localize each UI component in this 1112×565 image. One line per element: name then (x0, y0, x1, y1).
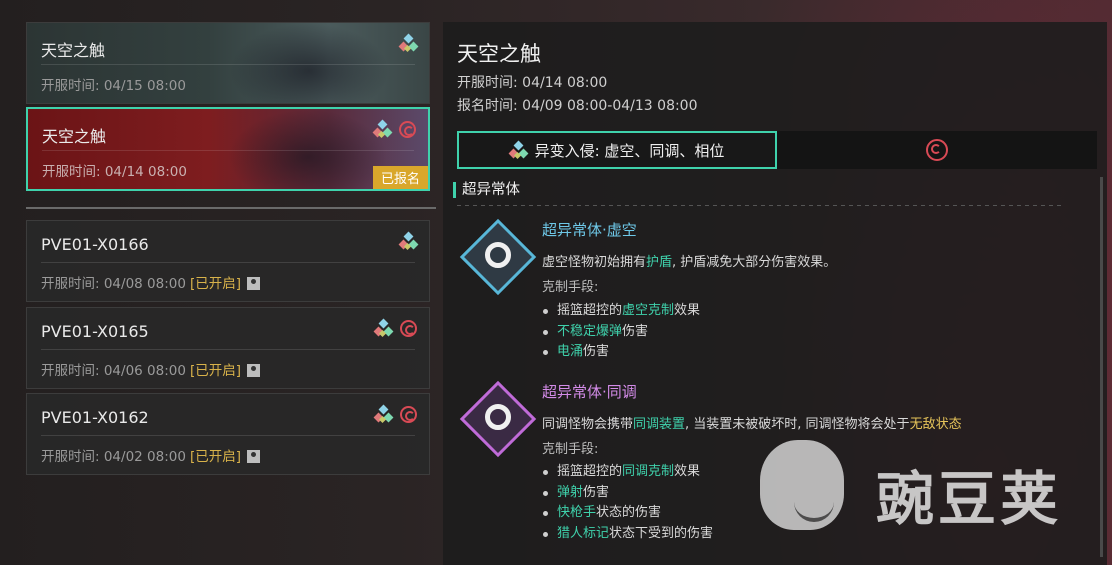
card-artwork (229, 23, 389, 103)
card-open-time: 开服时间: 04/02 08:00 [已开启] (41, 445, 260, 465)
tab-red-glyph[interactable] (777, 131, 1097, 169)
card-icons (398, 33, 419, 53)
crystal-icon (398, 33, 419, 53)
list-item: 不稳定爆弹伤害 (542, 322, 700, 343)
crystal-icon (508, 140, 529, 159)
tab-label: 异变入侵: 虚空、同调、相位 (534, 141, 725, 160)
season-card-2-selected[interactable]: 天空之触 开服时间: 04/14 08:00 已报名 (26, 107, 430, 191)
card-title: 天空之触 (41, 41, 106, 60)
counter-list: 摇篮超控的同调克制效果 弹射伤害 快枪手状态的伤害 猎人标记状态下受到的伤害 (542, 462, 713, 544)
red-glyph-icon (400, 406, 417, 423)
card-open-time: 开服时间: 04/08 08:00 [已开启] (41, 272, 260, 292)
red-glyph-icon (400, 320, 417, 337)
list-divider (26, 207, 436, 209)
counter-label: 克制手段: (542, 442, 599, 457)
crystal-icon (398, 231, 419, 251)
server-card-3[interactable]: PVE01-X0162 开服时间: 04/02 08:00 [已开启] (26, 393, 430, 475)
card-title: PVE01-X0165 (41, 322, 149, 341)
open-time-text: 开服时间: 04/02 08:00 (41, 449, 186, 465)
watermark: 豌豆荚 (748, 430, 1078, 540)
card-open-time: 开服时间: 04/15 08:00 (41, 78, 186, 94)
list-item: 猎人标记状态下受到的伤害 (542, 524, 713, 545)
crystal-icon (372, 119, 393, 139)
server-card-1[interactable]: PVE01-X0166 开服时间: 04/08 08:00 [已开启] (26, 220, 430, 302)
card-separator (42, 150, 414, 151)
card-open-time: 开服时间: 04/06 08:00 [已开启] (41, 359, 260, 379)
open-time-text: 开服时间: 04/08 08:00 (41, 276, 186, 292)
entry-name: 超异常体·同调 (542, 383, 637, 401)
crystal-icon (373, 318, 394, 338)
card-open-time: 开服时间: 04/14 08:00 (42, 164, 187, 180)
counter-label: 克制手段: (542, 280, 599, 295)
scrollbar[interactable] (1100, 177, 1103, 557)
section-divider (457, 205, 1063, 206)
card-icons (398, 231, 419, 251)
red-glyph-icon (926, 139, 948, 161)
card-artwork (228, 109, 388, 189)
card-icons (373, 404, 417, 424)
section-heading: 超异常体 (453, 182, 520, 198)
entry-name: 超异常体·虚空 (542, 221, 637, 239)
opened-tag: [已开启] (189, 363, 241, 379)
card-separator (41, 435, 415, 436)
detail-open-time: 开服时间: 04/14 08:00 (457, 75, 608, 91)
card-title: PVE01-X0162 (41, 408, 149, 427)
mutation-tabs: 异变入侵: 虚空、同调、相位 (457, 131, 1097, 169)
list-item: 摇篮超控的同调克制效果 (542, 462, 713, 483)
lock-icon (247, 277, 260, 290)
card-title: 天空之触 (42, 127, 107, 146)
sync-emblem-icon (459, 380, 537, 458)
detail-title: 天空之触 (457, 42, 541, 66)
crystal-icon (373, 404, 394, 424)
detail-register-time: 报名时间: 04/09 08:00-04/13 08:00 (457, 98, 698, 114)
mascot-icon (760, 440, 844, 530)
red-glyph-icon (399, 121, 416, 138)
card-icons (373, 318, 417, 338)
counter-list: 摇篮超控的虚空克制效果 不稳定爆弹伤害 电涌伤害 (542, 301, 700, 363)
list-item: 快枪手状态的伤害 (542, 503, 713, 524)
card-separator (41, 349, 415, 350)
registered-badge: 已报名 (372, 166, 428, 189)
season-card-1[interactable]: 天空之触 开服时间: 04/15 08:00 (26, 22, 430, 104)
opened-tag: [已开启] (189, 449, 241, 465)
open-time-text: 开服时间: 04/06 08:00 (41, 363, 186, 379)
lock-icon (247, 450, 260, 463)
list-item: 电涌伤害 (542, 342, 700, 363)
lock-icon (247, 364, 260, 377)
watermark-text: 豌豆荚 (876, 465, 1063, 533)
tab-mutation-invasion[interactable]: 异变入侵: 虚空、同调、相位 (457, 131, 777, 169)
card-icons (372, 119, 416, 139)
void-emblem-icon (459, 218, 537, 296)
list-item: 弹射伤害 (542, 483, 713, 504)
card-separator (41, 262, 415, 263)
list-item: 摇篮超控的虚空克制效果 (542, 301, 700, 322)
card-title: PVE01-X0166 (41, 235, 149, 254)
entry-description: 虚空怪物初始拥有护盾, 护盾减免大部分伤害效果。 (542, 255, 837, 270)
server-card-2[interactable]: PVE01-X0165 开服时间: 04/06 08:00 [已开启] (26, 307, 430, 389)
opened-tag: [已开启] (189, 276, 241, 292)
card-separator (41, 64, 415, 65)
